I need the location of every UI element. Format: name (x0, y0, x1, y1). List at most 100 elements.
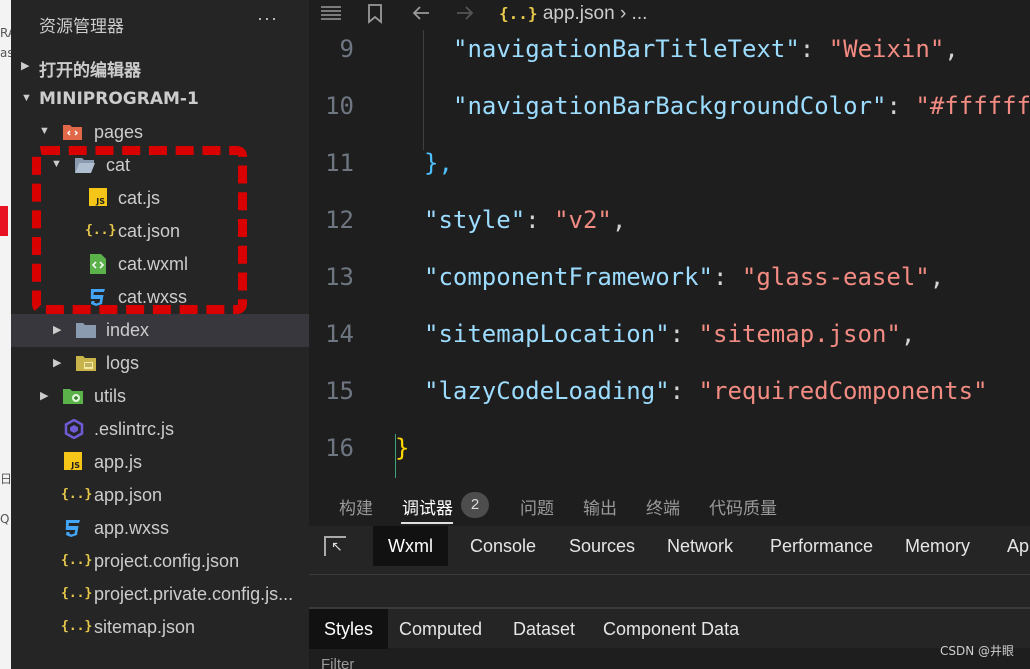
eslint-file-icon (64, 418, 86, 440)
tree-item-label: project.private.config.js... (94, 584, 294, 604)
punctuation: , (611, 206, 627, 234)
tab-application[interactable]: Ap (992, 526, 1030, 566)
tree-item-index[interactable]: ▶ index (11, 314, 309, 347)
chevron-down-icon: ▼ (39, 125, 50, 137)
tab-build[interactable]: 构建 (339, 494, 373, 519)
tab-output[interactable]: 输出 (583, 494, 617, 519)
line-number: 11 (325, 149, 354, 177)
tab-memory[interactable]: Memory (890, 526, 985, 566)
tree-item-label: logs (106, 353, 140, 373)
tree-item-cat-wxml[interactable]: cat.wxml (11, 248, 309, 281)
json-file-icon: {..} (61, 586, 93, 601)
json-value: "sitemap.json" (698, 320, 901, 348)
js-file-icon: JS (64, 452, 86, 472)
tab-wxml[interactable]: Wxml (373, 526, 448, 566)
code-line: 16 } (309, 434, 1030, 484)
editor-toolbar: {..} app.json › ... (309, 0, 1030, 30)
tab-dataset[interactable]: Dataset (498, 609, 590, 649)
bookmark-icon[interactable] (365, 2, 385, 30)
tab-component-data[interactable]: Component Data (588, 609, 754, 649)
chevron-down-icon: ▼ (21, 92, 32, 104)
tab-styles[interactable]: Styles (309, 609, 389, 649)
line-number: 9 (339, 35, 354, 63)
json-key: "style" (424, 206, 526, 234)
tab-performance[interactable]: Performance (755, 526, 888, 566)
tab-console[interactable]: Console (455, 526, 551, 566)
debugger-count-badge: 2 (461, 492, 489, 518)
tree-item-label: cat.json (118, 221, 181, 241)
tree-item-utils[interactable]: ▶ utils (11, 380, 309, 413)
json-file-icon: {..} (61, 619, 93, 634)
tree-item-cat-js[interactable]: JS cat.js (11, 182, 309, 215)
inspect-element-icon[interactable] (324, 536, 346, 556)
json-file-icon: {..} (61, 487, 93, 502)
strip-text: as (0, 46, 11, 60)
tree-item-cat-json[interactable]: {..} cat.json (11, 215, 309, 248)
tree-item-label: cat (106, 155, 131, 175)
section-label: MINIPROGRAM-1 (39, 89, 199, 109)
punctuation: , (944, 35, 959, 63)
json-value: "Weixin" (828, 35, 945, 63)
tree-item-logs[interactable]: ▶ logs (11, 347, 309, 380)
tree-item-sitemap[interactable]: {..} sitemap.json (11, 611, 309, 644)
panel-tabs: 构建 调试器 2 问题 输出 终端 代码质量 (309, 484, 1030, 526)
json-value: "#ffffff" (915, 92, 1030, 120)
tree-item-project-private-config[interactable]: {..} project.private.config.js... (11, 578, 309, 611)
json-file-icon: {..} (61, 553, 93, 568)
more-actions-button[interactable]: ··· (257, 8, 278, 29)
json-key: "navigationBarTitleText" (453, 35, 800, 63)
filter-input[interactable]: Filter (321, 656, 354, 669)
tab-code-quality[interactable]: 代码质量 (709, 494, 777, 519)
json-file-icon: {..} (499, 4, 538, 23)
closing-brace: } (395, 434, 410, 462)
code-line: 12 "style": "v2", (309, 206, 1030, 263)
closing-brace: }, (424, 149, 453, 177)
code-line: 13 "componentFramework": "glass-easel", (309, 263, 1030, 320)
css-file-icon (62, 518, 84, 538)
strip-text: RA (0, 26, 11, 40)
strip-text: 日 (0, 472, 11, 486)
breadcrumb-file[interactable]: app.json (543, 3, 615, 24)
tree-item-project-config[interactable]: {..} project.config.json (11, 545, 309, 578)
tree-item-eslintrc[interactable]: .eslintrc.js (11, 413, 309, 446)
section-open-editors[interactable]: ▶ 打开的编辑器 (11, 50, 309, 83)
json-key: "sitemapLocation" (424, 320, 670, 348)
explorer-title: 资源管理器 (39, 17, 124, 37)
tree-item-cat[interactable]: ▼ cat (11, 149, 309, 182)
breadcrumb[interactable]: {..} app.json › ... (499, 3, 647, 25)
tree-item-label: cat.wxml (118, 254, 189, 274)
tree-item-label: index (106, 320, 150, 340)
section-project[interactable]: ▼ MINIPROGRAM-1 (11, 83, 309, 116)
tree-item-label: sitemap.json (94, 617, 196, 637)
chevron-right-icon: ▶ (53, 357, 62, 369)
folder-logs-icon (75, 353, 97, 373)
tree-item-label: cat.wxss (118, 287, 188, 307)
tab-debugger[interactable]: 调试器 (402, 494, 453, 519)
code-line: 15 "lazyCodeLoading": "requiredComponent… (309, 377, 1030, 434)
tab-terminal[interactable]: 终端 (646, 494, 680, 519)
code-line: 10 "navigationBarBackgroundColor": "#fff… (309, 92, 1030, 149)
tab-problems[interactable]: 问题 (520, 494, 554, 519)
tree-item-app-json[interactable]: {..} app.json (11, 479, 309, 512)
forward-arrow-icon[interactable] (453, 2, 477, 30)
tab-computed[interactable]: Computed (384, 609, 497, 649)
folder-open-icon (74, 155, 96, 175)
json-value: "requiredComponents" (698, 377, 988, 405)
tab-sources[interactable]: Sources (554, 526, 650, 566)
js-file-icon: JS (89, 188, 111, 208)
code-line: 9 "navigationBarTitleText": "Weixin", (309, 35, 1030, 92)
tree-item-cat-wxss[interactable]: cat.wxss (11, 281, 309, 314)
chevron-down-icon: ▼ (51, 158, 62, 170)
tree-item-label: app.wxss (94, 518, 170, 538)
tree-item-app-wxss[interactable]: app.wxss (11, 512, 309, 545)
breadcrumb-tail: › ... (619, 3, 648, 24)
tree-item-app-js[interactable]: JS app.js (11, 446, 309, 479)
tree-item-pages[interactable]: ▼ pages (11, 116, 309, 149)
list-icon[interactable] (319, 2, 343, 30)
divider (309, 574, 1030, 575)
back-arrow-icon[interactable] (409, 2, 433, 30)
tab-network[interactable]: Network (652, 526, 748, 566)
punctuation: , (900, 320, 916, 348)
code-editor[interactable]: {..} app.json › ... 9 "navigationBarTitl… (309, 0, 1030, 484)
line-number: 10 (325, 92, 354, 120)
